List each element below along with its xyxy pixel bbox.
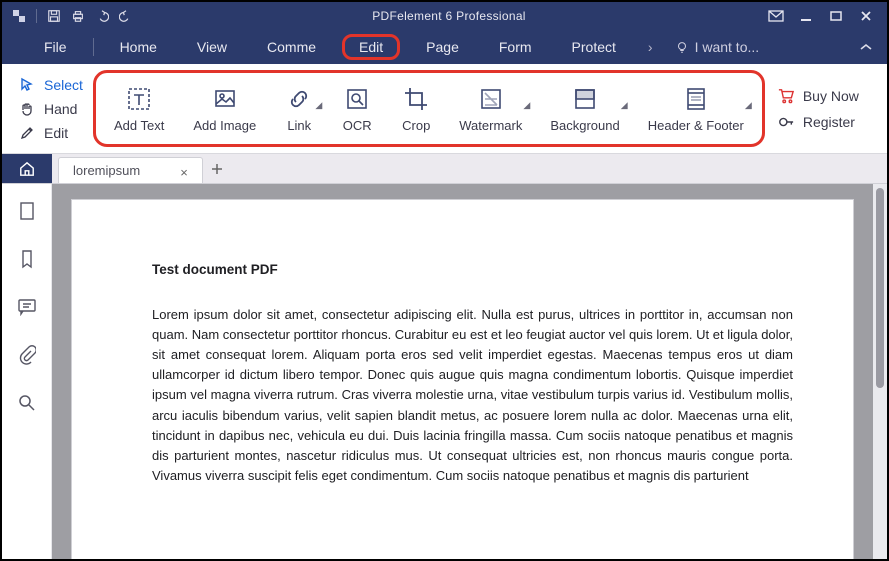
header-footer-button[interactable]: ◢ Header & Footer xyxy=(634,80,758,137)
thumbnails-icon[interactable] xyxy=(16,200,38,222)
cursor-icon xyxy=(18,76,36,94)
crop-icon xyxy=(401,84,431,114)
bookmark-icon[interactable] xyxy=(16,248,38,270)
key-icon xyxy=(777,114,795,130)
tool-select[interactable]: Select xyxy=(18,76,89,94)
buy-now-label: Buy Now xyxy=(803,88,859,104)
register-label: Register xyxy=(803,114,855,130)
close-button[interactable] xyxy=(855,7,877,25)
chevron-right-icon[interactable]: › xyxy=(648,39,653,55)
new-tab-button[interactable] xyxy=(203,154,231,183)
crop-button[interactable]: Crop xyxy=(387,80,445,137)
menu-edit[interactable]: Edit xyxy=(342,34,400,60)
dropdown-icon: ◢ xyxy=(523,100,530,111)
menu-comment[interactable]: Comme xyxy=(253,35,330,59)
register-button[interactable]: Register xyxy=(777,114,869,130)
text-icon xyxy=(124,84,154,114)
divider xyxy=(36,9,37,23)
menu-home[interactable]: Home xyxy=(106,35,171,59)
dropdown-icon: ◢ xyxy=(745,100,752,111)
bulb-icon xyxy=(675,40,689,54)
document-title: Test document PDF xyxy=(152,260,793,281)
i-want-to-label: I want to... xyxy=(695,39,760,55)
header-footer-icon xyxy=(681,84,711,114)
undo-icon[interactable] xyxy=(95,9,109,23)
redo-icon[interactable] xyxy=(119,9,133,23)
document-tab[interactable]: loremipsum × xyxy=(58,157,203,183)
watermark-icon xyxy=(476,84,506,114)
home-tab[interactable] xyxy=(2,154,52,183)
vertical-scrollbar[interactable] xyxy=(873,184,887,559)
tool-hand-label: Hand xyxy=(44,101,77,117)
add-image-label: Add Image xyxy=(193,118,256,133)
menu-view[interactable]: View xyxy=(183,35,241,59)
ocr-label: OCR xyxy=(343,118,372,133)
cart-icon xyxy=(777,88,795,104)
side-panel xyxy=(2,184,52,559)
background-icon xyxy=(570,84,600,114)
document-body: Lorem ipsum dolor sit amet, consectetur … xyxy=(152,305,793,486)
tab-strip: loremipsum × xyxy=(2,154,887,184)
image-icon xyxy=(210,84,240,114)
pencil-icon xyxy=(18,124,36,142)
titlebar: PDFelement 6 Professional xyxy=(2,2,887,30)
menubar: File Home View Comme Edit Page Form Prot… xyxy=(2,30,887,64)
scrollbar-thumb[interactable] xyxy=(876,188,884,388)
add-text-button[interactable]: Add Text xyxy=(100,80,178,137)
home-icon xyxy=(18,161,36,177)
collapse-ribbon-icon[interactable] xyxy=(859,42,873,52)
app-window: PDFelement 6 Professional File Home View… xyxy=(0,0,889,561)
maximize-button[interactable] xyxy=(825,7,847,25)
background-button[interactable]: ◢ Background xyxy=(536,80,633,137)
watermark-label: Watermark xyxy=(459,118,522,133)
link-icon xyxy=(284,84,314,114)
menu-file[interactable]: File xyxy=(30,35,81,59)
print-icon[interactable] xyxy=(71,9,85,23)
ribbon-highlight-box: Add Text Add Image ◢ Link xyxy=(93,70,765,147)
search-icon[interactable] xyxy=(16,392,38,414)
document-viewport[interactable]: Test document PDF Lorem ipsum dolor sit … xyxy=(52,184,887,559)
tool-hand[interactable]: Hand xyxy=(18,100,89,118)
crop-label: Crop xyxy=(402,118,430,133)
buy-now-button[interactable]: Buy Now xyxy=(777,88,869,104)
tool-edit-label: Edit xyxy=(44,125,68,141)
close-tab-icon[interactable]: × xyxy=(180,165,192,177)
header-footer-label: Header & Footer xyxy=(648,118,744,133)
app-title: PDFelement 6 Professional xyxy=(133,9,765,23)
save-icon[interactable] xyxy=(47,9,61,23)
menu-page[interactable]: Page xyxy=(412,35,473,59)
watermark-button[interactable]: ◢ Watermark xyxy=(445,80,536,137)
background-label: Background xyxy=(550,118,619,133)
mail-icon[interactable] xyxy=(765,7,787,25)
hand-icon xyxy=(18,100,36,118)
link-label: Link xyxy=(287,118,311,133)
divider xyxy=(93,38,94,56)
ocr-button[interactable]: OCR xyxy=(328,80,386,137)
i-want-to[interactable]: I want to... xyxy=(675,39,760,55)
dropdown-icon: ◢ xyxy=(315,100,322,111)
plus-icon xyxy=(210,162,224,176)
menu-form[interactable]: Form xyxy=(485,35,546,59)
minimize-button[interactable] xyxy=(795,7,817,25)
attachment-icon[interactable] xyxy=(16,344,38,366)
page: Test document PDF Lorem ipsum dolor sit … xyxy=(72,200,853,559)
add-image-button[interactable]: Add Image xyxy=(179,80,270,137)
ocr-icon xyxy=(342,84,372,114)
app-logo-icon xyxy=(12,9,26,23)
tool-edit[interactable]: Edit xyxy=(18,124,89,142)
tool-select-label: Select xyxy=(44,77,83,93)
dropdown-icon: ◢ xyxy=(621,100,628,111)
document-tab-label: loremipsum xyxy=(73,163,140,178)
comment-icon[interactable] xyxy=(16,296,38,318)
menu-protect[interactable]: Protect xyxy=(558,35,630,59)
link-button[interactable]: ◢ Link xyxy=(270,80,328,137)
ribbon: Select Hand Edit Ad xyxy=(2,64,887,154)
workarea: Test document PDF Lorem ipsum dolor sit … xyxy=(2,184,887,559)
add-text-label: Add Text xyxy=(114,118,164,133)
